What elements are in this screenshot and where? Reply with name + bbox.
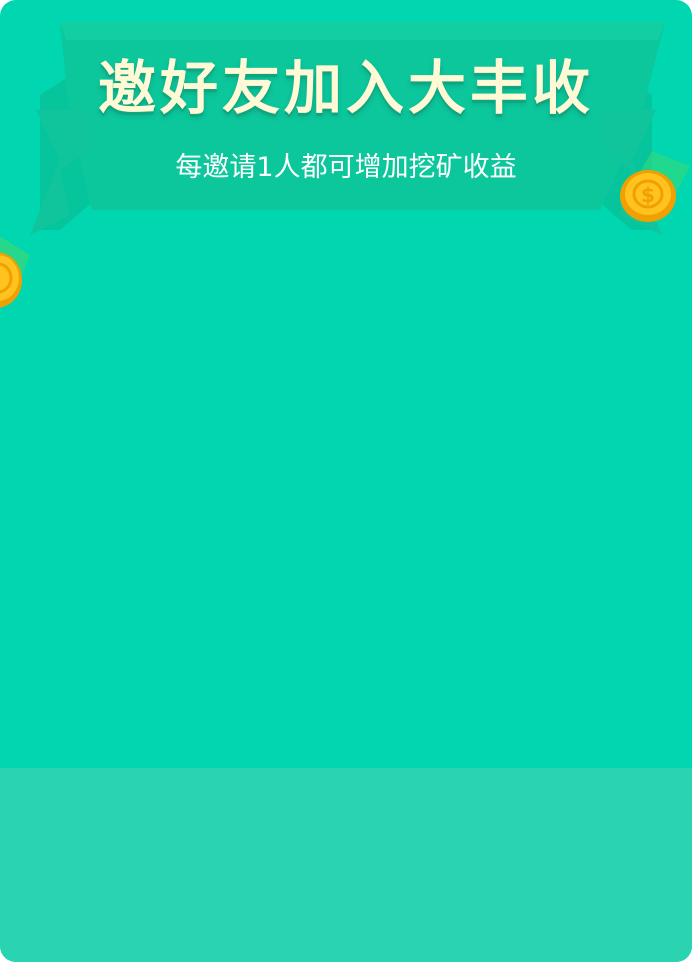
svg-text:$: $: [641, 183, 655, 207]
banner-title: 邀好友加入大丰收: [97, 54, 594, 122]
bottom-panel: [0, 768, 692, 962]
gold-coin-icon: [0, 236, 30, 308]
gold-coin-icon: $: [620, 151, 690, 222]
banner-subtitle: 每邀请1人都可增加挖矿收益: [175, 152, 517, 183]
banner-ribbon: [30, 22, 665, 235]
invite-card: 邀好友加入大丰收 每邀请1人都可增加挖矿收益 $: [0, 0, 692, 962]
